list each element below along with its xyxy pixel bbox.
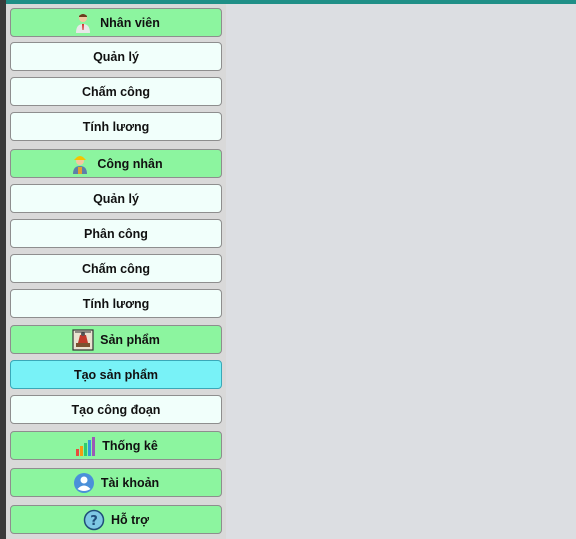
sidebar-item-worker-manage[interactable]: Quản lý	[10, 184, 222, 213]
sidebar-item-worker-timekeeping[interactable]: Chấm công	[10, 254, 222, 283]
sidebar-header-label: Tài khoản	[100, 475, 160, 490]
sidebar-item-label: Tính lương	[82, 119, 150, 134]
sidebar-header-help[interactable]: ? Hỗ trợ	[10, 505, 222, 534]
sidebar-item-label: Tạo sản phẩm	[73, 367, 159, 382]
sidebar-header-product[interactable]: Sản phẩm	[10, 325, 222, 354]
sidebar-item-create-stage[interactable]: Tạo công đoạn	[10, 395, 222, 424]
account-icon	[73, 472, 95, 494]
sidebar-header-label: Hỗ trợ	[110, 512, 150, 527]
sidebar-item-label: Tạo công đoạn	[71, 402, 161, 417]
product-icon	[72, 328, 94, 351]
sidebar-header-label: Nhân viên	[100, 15, 160, 30]
sidebar-header-label: Thống kê	[102, 438, 158, 453]
sidebar-header-employee[interactable]: Nhân viên	[10, 8, 222, 37]
sidebar-header-account[interactable]: Tài khoản	[10, 468, 222, 497]
sidebar-header-worker[interactable]: Công nhân	[10, 149, 222, 178]
sidebar-item-label: Chấm công	[81, 84, 151, 99]
worker-icon	[69, 153, 91, 175]
sidebar-header-statistics[interactable]: Thống kê	[10, 431, 222, 460]
main-content-area	[226, 4, 576, 539]
sidebar-item-label: Tính lương	[82, 296, 150, 311]
sidebar-header-label: Công nhân	[97, 156, 163, 171]
sidebar-item-employee-manage[interactable]: Quản lý	[10, 42, 222, 71]
sidebar-item-label: Chấm công	[81, 261, 151, 276]
sidebar: Nhân viên Quản lý Chấm công Tính lương C…	[6, 4, 226, 539]
help-icon: ?	[83, 509, 105, 531]
sidebar-item-employee-timekeeping[interactable]: Chấm công	[10, 77, 222, 106]
sidebar-item-worker-payroll[interactable]: Tính lương	[10, 289, 222, 318]
sidebar-item-employee-payroll[interactable]: Tính lương	[10, 112, 222, 141]
sidebar-item-label: Phân công	[84, 226, 148, 241]
sidebar-item-label: Quản lý	[93, 191, 139, 206]
sidebar-item-worker-assign[interactable]: Phân công	[10, 219, 222, 248]
employee-icon	[72, 12, 94, 34]
sidebar-item-label: Quản lý	[93, 49, 139, 64]
statistics-icon	[74, 435, 96, 457]
sidebar-header-label: Sản phẩm	[100, 332, 160, 347]
sidebar-item-create-product[interactable]: Tạo sản phẩm	[10, 360, 222, 389]
svg-text:?: ?	[90, 514, 98, 529]
